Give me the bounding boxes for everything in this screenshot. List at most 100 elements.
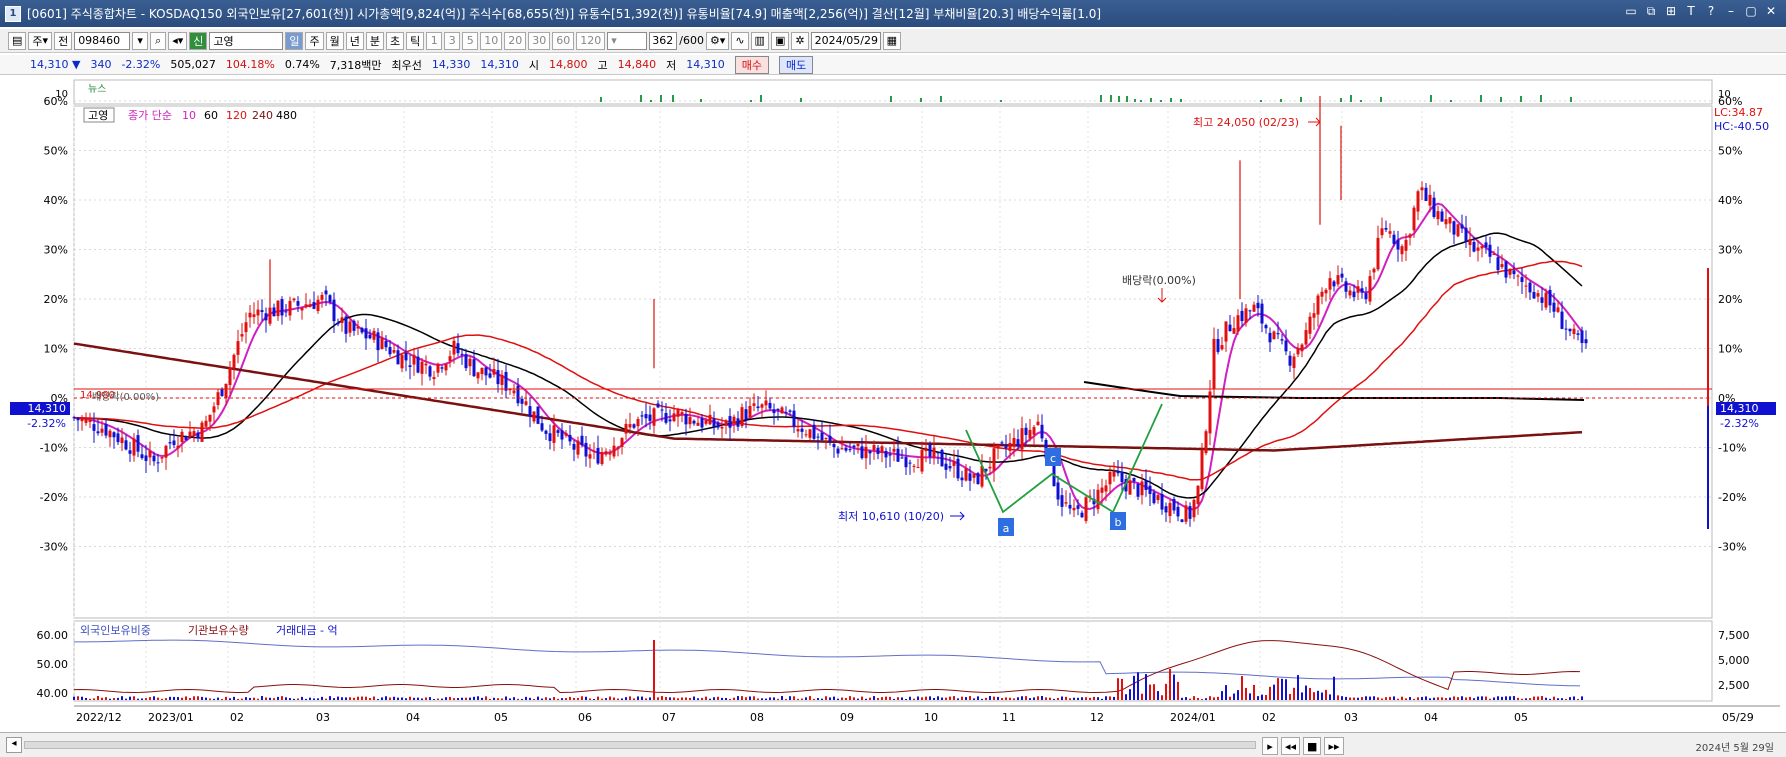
legend-ma10[interactable]: 10 [182, 109, 196, 122]
minute-60[interactable]: 60 [552, 31, 575, 50]
period-second[interactable]: 초 [385, 31, 405, 50]
legend-stock-name[interactable]: 고영 [88, 109, 108, 122]
play-icon[interactable]: ▸ [1262, 737, 1278, 755]
amount-bar [749, 696, 751, 700]
sell-button[interactable]: 매도 [779, 55, 814, 74]
amount-bar [1565, 698, 1567, 700]
period-week[interactable]: 주 [305, 31, 324, 50]
legend-ma60[interactable]: 60 [204, 109, 218, 122]
date-input[interactable]: 2024/05/29 [810, 31, 881, 50]
minimize-button[interactable]: – [1724, 4, 1738, 19]
scrollbar-track[interactable] [24, 741, 1256, 749]
candle-body [616, 447, 620, 450]
amount-bar [1425, 696, 1427, 700]
amount-bar [517, 698, 519, 700]
minute-10[interactable]: 10 [480, 31, 503, 50]
market-select[interactable]: 주 ▾ [28, 31, 53, 50]
period-minute[interactable]: 분 [365, 31, 384, 50]
amount-bar [921, 697, 923, 700]
amount-bar [1317, 690, 1319, 700]
legend-ma480[interactable]: 480 [276, 109, 297, 122]
candle-body [1236, 315, 1240, 332]
candle-body [280, 299, 284, 316]
custom-period-select[interactable]: ▾ [607, 31, 648, 50]
amount-bar [1365, 696, 1367, 700]
layout-icon[interactable]: ▤ [8, 31, 27, 50]
last-price-right: 14,310 [1720, 402, 1759, 415]
stock-name-field[interactable]: 고영 [209, 31, 284, 50]
amount-bar [1549, 698, 1551, 700]
screen-icon[interactable]: ▭ [1624, 4, 1638, 19]
period-tick[interactable]: 틱 [406, 31, 425, 50]
candle-body [592, 450, 596, 452]
search-icon[interactable]: ⌕ [150, 31, 167, 50]
minute-20[interactable]: 20 [504, 31, 527, 50]
period-month[interactable]: 월 [325, 31, 344, 50]
prev-button[interactable]: 전 [54, 31, 73, 50]
draw-icon[interactable]: ∿ [731, 31, 749, 50]
chart-area[interactable]: 60% 50% 40% 30% 20% 10% 0% -10% -20% -30% 60% 50% 4… [0, 76, 1786, 744]
maximize-button[interactable]: ▢ [1744, 4, 1758, 19]
minute-5[interactable]: 5 [462, 31, 479, 50]
speaker-icon[interactable]: ◂▾ [168, 31, 188, 50]
minute-1[interactable]: 1 [426, 31, 443, 50]
amount-bar [1005, 697, 1007, 700]
fast-forward-icon[interactable]: ▸▸ [1324, 737, 1344, 755]
new-badge: 신 [189, 31, 208, 50]
candle-body [848, 449, 852, 451]
amount-bar [1521, 698, 1523, 700]
legend-ma240[interactable]: 240 [252, 109, 273, 122]
close-button[interactable]: ✕ [1764, 4, 1778, 19]
period-day[interactable]: 일 [285, 31, 304, 50]
legend-inst-holdings[interactable]: 기관보유수량 [188, 624, 249, 637]
count-input[interactable]: 362 [649, 31, 678, 50]
amount-bar [833, 696, 835, 700]
amount-bar [113, 698, 115, 700]
scroll-left-icon[interactable]: ◂ [6, 737, 22, 753]
legend-trade-amount[interactable]: 거래대금 - 억 [276, 624, 338, 637]
stop-icon[interactable]: ■ [1303, 737, 1322, 755]
candle-body [156, 462, 160, 464]
candle-body [248, 312, 252, 318]
buy-button[interactable]: 매수 [734, 55, 770, 74]
candle-body [1348, 290, 1352, 296]
code-dropdown-icon[interactable]: ▾ [132, 31, 149, 50]
candle-body [516, 385, 520, 404]
chart-type-icon[interactable]: ▥ [750, 31, 769, 50]
candle-body [1180, 519, 1184, 522]
window-number-icon[interactable]: 1 [5, 5, 21, 22]
period-year[interactable]: 년 [345, 31, 364, 50]
grid-icon[interactable]: ⊞ [1664, 4, 1678, 19]
candle-body [384, 341, 388, 348]
amount-bar [737, 696, 739, 700]
font-icon[interactable]: T [1684, 4, 1698, 19]
candle-body [1176, 506, 1180, 517]
candle-body [904, 457, 908, 468]
save-icon[interactable]: ▣ [770, 31, 790, 50]
legend-foreign-ratio[interactable]: 외국인보유비중 [80, 624, 151, 637]
amount-bar [769, 697, 771, 700]
restore-layout-icon[interactable]: ⧉ [1644, 4, 1658, 19]
amount-bar [513, 697, 515, 700]
rewind-icon[interactable]: ◂◂ [1281, 737, 1301, 755]
help-icon[interactable]: ? [1704, 4, 1718, 19]
candle-body [292, 298, 296, 301]
minute-30[interactable]: 30 [528, 31, 551, 50]
candle-body [916, 467, 920, 469]
minute-3[interactable]: 3 [444, 31, 461, 50]
calendar-icon[interactable]: ▦ [882, 31, 901, 50]
candle-body [1276, 333, 1280, 335]
stock-chart[interactable]: 60%50%40%30%20%10%0%-10%-20%-30% 60%50%4… [0, 76, 1786, 744]
legend-ma-label[interactable]: 종가 단순 [128, 109, 172, 122]
gear-icon[interactable]: ✲ [791, 31, 809, 50]
minute-120[interactable]: 120 [576, 31, 606, 50]
amount-bar [285, 697, 287, 700]
amount-bar [889, 696, 891, 700]
amount-bar [273, 698, 275, 700]
stock-code-input[interactable]: 098460 [74, 31, 131, 50]
amount-bar [777, 698, 779, 700]
candle-body [364, 328, 368, 339]
settings-tools-icon[interactable]: ⚙▾ [705, 31, 730, 50]
legend-ma120[interactable]: 120 [226, 109, 247, 122]
amount-bar [601, 698, 603, 700]
